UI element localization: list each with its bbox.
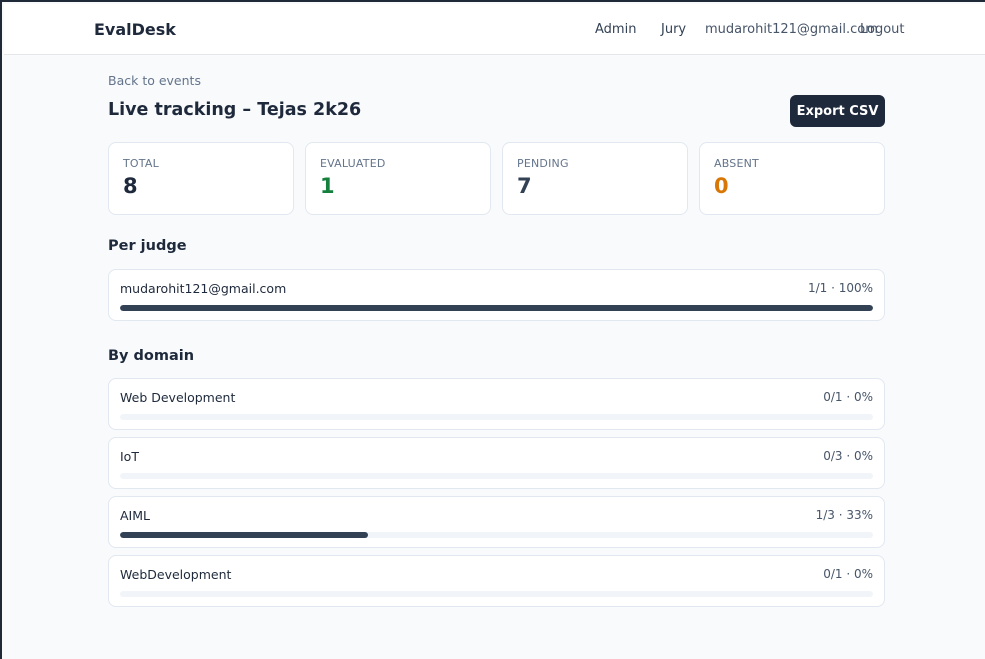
judge-progress-row: mudarohit121@gmail.com 1/1 · 100% [108,269,885,321]
stat-value: 0 [714,174,729,198]
stat-value: 8 [123,174,138,198]
progress-track [120,591,873,597]
stat-value: 1 [320,174,335,198]
stats-row: TOTAL 8 EVALUATED 1 PENDING 7 ABSENT 0 [108,142,885,215]
progress-track [120,414,873,420]
nav-jury-link[interactable]: Jury [661,22,686,37]
per-judge-heading: Per judge [108,238,187,254]
page-title: Live tracking – Tejas 2k26 [108,100,362,120]
domain-progress-row: AIML 1/3 · 33% [108,496,885,548]
stat-label: EVALUATED [320,157,386,170]
stat-label: TOTAL [123,157,159,170]
by-domain-heading: By domain [108,348,195,364]
app-window: EvalDesk Admin Jury mudarohit121@gmail.c… [0,0,985,659]
domain-progress-row: WebDevelopment 0/1 · 0% [108,555,885,607]
progress-count: 1/3 · 33% [815,508,873,522]
export-csv-button[interactable]: Export CSV [790,95,885,127]
domain-progress-row: Web Development 0/1 · 0% [108,378,885,430]
stat-card-pending: PENDING 7 [502,142,688,215]
progress-count: 0/1 · 0% [823,390,873,404]
progress-count: 0/1 · 0% [823,567,873,581]
top-navbar: EvalDesk Admin Jury mudarohit121@gmail.c… [4,4,985,55]
progress-count: 1/1 · 100% [807,281,873,295]
brand-logo[interactable]: EvalDesk [94,20,176,39]
domain-name: WebDevelopment [120,567,232,582]
stat-card-absent: ABSENT 0 [699,142,885,215]
nav-admin-link[interactable]: Admin [595,22,636,37]
domain-name: IoT [120,449,139,464]
judge-email: mudarohit121@gmail.com [120,281,287,296]
stat-label: PENDING [517,157,569,170]
user-email: mudarohit121@gmail.com [705,22,878,37]
stat-card-total: TOTAL 8 [108,142,294,215]
domain-progress-row: IoT 0/3 · 0% [108,437,885,489]
progress-fill [120,305,873,311]
stat-value: 7 [517,174,532,198]
progress-track [120,305,873,311]
progress-track [120,532,873,538]
stat-card-evaluated: EVALUATED 1 [305,142,491,215]
progress-track [120,473,873,479]
back-to-events-link[interactable]: Back to events [108,73,201,88]
domain-name: AIML [120,508,150,523]
domain-name: Web Development [120,390,236,405]
logout-link[interactable]: Logout [860,22,905,37]
stat-label: ABSENT [714,157,759,170]
progress-count: 0/3 · 0% [823,449,873,463]
progress-fill [120,532,369,538]
